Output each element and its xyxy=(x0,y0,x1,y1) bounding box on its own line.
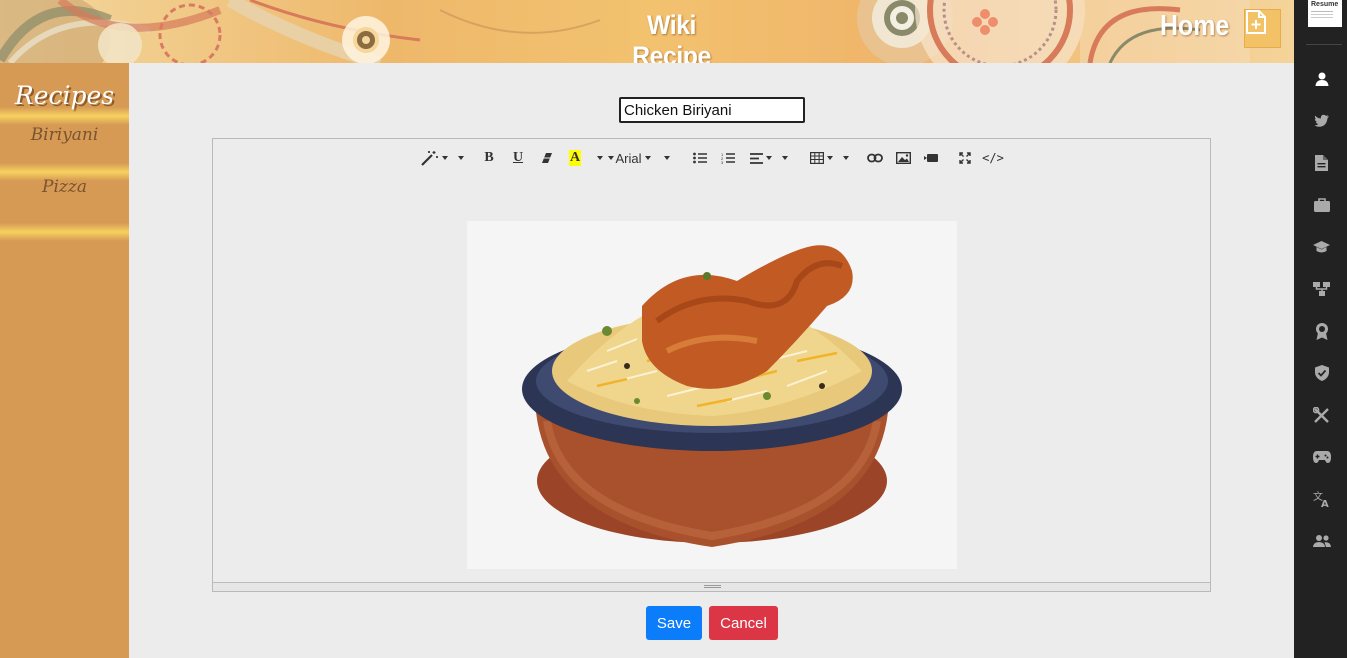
shield-check-icon[interactable] xyxy=(1295,360,1347,386)
user-icon[interactable] xyxy=(1295,66,1347,92)
fullscreen-icon xyxy=(959,152,971,164)
highlight-button[interactable]: A xyxy=(565,148,607,168)
magic-wand-icon xyxy=(420,151,438,166)
twitter-icon[interactable] xyxy=(1295,108,1347,134)
resize-grip xyxy=(704,585,721,586)
add-recipe-button[interactable] xyxy=(1244,9,1281,48)
add-document-icon xyxy=(1246,10,1266,34)
gamepad-icon[interactable] xyxy=(1295,444,1347,470)
recipe-title-input[interactable] xyxy=(619,97,805,123)
sidebar-item-biriyani[interactable]: Biriyani xyxy=(0,115,129,167)
sitemap-icon[interactable] xyxy=(1295,276,1347,302)
video-button[interactable] xyxy=(921,148,941,168)
right-icon-bar: Resume 文A xyxy=(1294,0,1347,658)
editor-resize-handle[interactable] xyxy=(213,582,1210,591)
sidebar-glow xyxy=(0,223,129,241)
briefcase-icon[interactable] xyxy=(1295,192,1347,218)
divider xyxy=(1306,44,1342,45)
eraser-icon xyxy=(542,153,552,163)
graduation-cap-icon[interactable] xyxy=(1295,234,1347,260)
svg-text:3: 3 xyxy=(721,160,724,164)
biriyani-image[interactable] xyxy=(467,221,957,569)
highlight-icon: A xyxy=(568,150,582,166)
code-view-icon: </> xyxy=(982,151,1004,165)
font-family-dropdown[interactable]: Arial xyxy=(607,148,651,168)
resume-thumbnail[interactable]: Resume xyxy=(1308,0,1342,27)
bold-icon: B xyxy=(484,150,494,165)
home-link[interactable]: Home xyxy=(1160,10,1229,43)
sidebar-item-label: Pizza xyxy=(42,177,87,197)
link-button[interactable] xyxy=(865,148,885,168)
underline-button[interactable]: U xyxy=(508,148,528,168)
unordered-list-icon xyxy=(693,152,707,164)
recipes-sidebar: Recipes Biriyani Pizza xyxy=(0,63,129,658)
save-button[interactable]: Save xyxy=(646,606,702,640)
align-icon xyxy=(750,152,763,164)
sidebar-item-label: Biriyani xyxy=(30,125,99,145)
font-size-dropdown[interactable] xyxy=(661,148,673,168)
file-icon[interactable] xyxy=(1295,150,1347,176)
biriyani-bowl-picture xyxy=(522,245,902,547)
unordered-list-button[interactable] xyxy=(690,148,710,168)
site-title[interactable]: Wiki Recipe xyxy=(614,10,729,63)
ordered-list-button[interactable]: 123 xyxy=(718,148,738,168)
picture-icon xyxy=(895,152,911,164)
picture-button[interactable] xyxy=(893,148,913,168)
table-dropdown[interactable] xyxy=(807,148,851,168)
fullscreen-button[interactable] xyxy=(955,148,975,168)
svg-text:A: A xyxy=(1321,499,1329,508)
tools-icon[interactable] xyxy=(1295,402,1347,428)
language-icon[interactable]: 文A xyxy=(1295,486,1347,512)
style-dropdown[interactable] xyxy=(419,148,465,168)
clear-format-button[interactable] xyxy=(537,148,557,168)
underline-icon: U xyxy=(512,150,524,165)
resume-thumb-label: Resume xyxy=(1311,1,1339,8)
award-icon[interactable] xyxy=(1295,318,1347,344)
editor-toolbar: B U A Arial 123 </> xyxy=(213,139,1210,177)
code-view-button[interactable]: </> xyxy=(981,148,1005,168)
cancel-button[interactable]: Cancel xyxy=(709,606,778,640)
users-icon[interactable] xyxy=(1295,528,1347,554)
link-icon xyxy=(867,153,883,163)
paragraph-align-dropdown[interactable] xyxy=(747,148,791,168)
rich-text-editor[interactable]: B U A Arial 123 </> xyxy=(212,138,1211,592)
font-name: Arial xyxy=(615,150,642,166)
sidebar-heading: Recipes xyxy=(14,81,115,110)
sidebar-item-pizza[interactable]: Pizza xyxy=(0,167,129,219)
video-icon xyxy=(924,154,938,162)
bold-button[interactable]: B xyxy=(479,148,499,168)
ordered-list-icon: 123 xyxy=(721,152,735,164)
header-banner: Wiki Recipe Home xyxy=(0,0,1294,63)
table-icon xyxy=(809,152,824,164)
